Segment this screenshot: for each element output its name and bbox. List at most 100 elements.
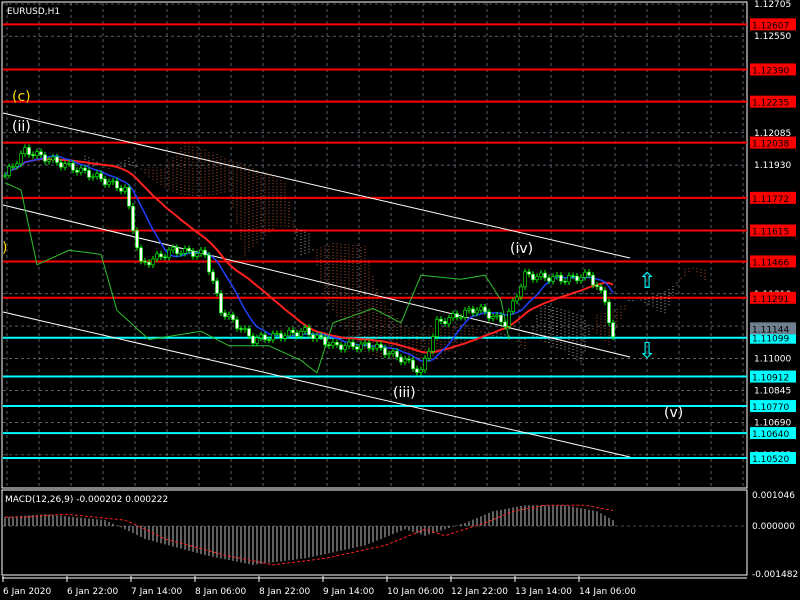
resistance-level-price: 1.12235 (752, 99, 789, 109)
resistance-level-price: 1.11772 (752, 195, 789, 205)
candle (211, 271, 215, 282)
candle (499, 314, 503, 323)
candle (583, 271, 587, 278)
candle (303, 327, 307, 332)
candle (411, 359, 415, 370)
candle (119, 187, 123, 192)
candle (191, 250, 195, 257)
candle (159, 253, 163, 258)
candle (427, 350, 431, 359)
time-axis-label: 7 Jan 14:00 (131, 587, 183, 597)
candle (487, 311, 491, 319)
candle (607, 301, 611, 324)
candle (287, 329, 291, 337)
candle (547, 277, 551, 282)
price-axis-label: 1.11930 (754, 161, 791, 171)
candle (131, 205, 135, 231)
candle (451, 313, 455, 319)
candle (579, 277, 583, 282)
candle (83, 167, 87, 171)
candle (51, 156, 55, 161)
candle (283, 335, 287, 339)
price-axis-label: 1.10845 (754, 386, 791, 396)
candle (79, 167, 83, 173)
candle (23, 147, 27, 154)
candle (291, 329, 295, 334)
candle (223, 312, 227, 317)
time-axis-label: 10 Jan 06:00 (387, 587, 444, 597)
candle (31, 154, 35, 157)
candle (63, 163, 67, 168)
price-pane-frame (1, 1, 748, 489)
candle (491, 316, 495, 319)
price-axis-label: 1.12550 (754, 32, 791, 42)
candle (507, 311, 511, 327)
candle (463, 309, 467, 318)
candle (599, 286, 603, 291)
candle (183, 248, 187, 254)
candle (227, 314, 231, 317)
candle (571, 275, 575, 277)
candle (55, 156, 59, 163)
candle (591, 274, 595, 286)
candle (343, 345, 347, 350)
candle (367, 342, 371, 349)
candle (495, 314, 499, 317)
candle (215, 280, 219, 294)
chart-window[interactable]: 1.127051.125501.120851.119301.113101.111… (0, 0, 800, 600)
candle (91, 176, 95, 178)
candle (307, 327, 311, 336)
candle (391, 350, 395, 354)
candle (147, 261, 151, 266)
candle (403, 358, 407, 363)
candle (539, 272, 543, 278)
support-level-price: 1.10640 (752, 430, 789, 440)
price-axis-label: 1.11000 (754, 354, 791, 364)
time-axis-label: 6 Jan 22:00 (67, 587, 119, 597)
candle (443, 320, 447, 325)
macd-pane-frame (1, 489, 748, 576)
up-arrow-icon: ⇧ (638, 269, 656, 294)
macd-axis-label: 0.001046 (752, 491, 795, 501)
candle (331, 342, 335, 346)
candle (115, 180, 119, 189)
candle (611, 322, 615, 338)
price-chart[interactable]: 1.127051.125501.120851.119301.113101.111… (0, 0, 800, 600)
time-axis-label: 9 Jan 14:00 (323, 587, 375, 597)
candle (199, 249, 203, 254)
candle (379, 344, 383, 349)
resistance-level-price: 1.11615 (752, 227, 789, 237)
candle (15, 163, 19, 167)
candle (155, 253, 159, 260)
candle (107, 181, 111, 185)
candle (575, 275, 579, 282)
candle (231, 314, 235, 320)
candle (399, 356, 403, 363)
candle (315, 334, 319, 339)
candle (255, 337, 259, 344)
candle (247, 328, 251, 337)
candle (435, 318, 439, 337)
candle (19, 153, 23, 165)
resistance-level-price: 1.11291 (752, 295, 789, 305)
price-axis-label: 1.12705 (754, 0, 791, 10)
candle (415, 368, 419, 373)
candle (43, 154, 47, 162)
candle (439, 318, 443, 322)
candle (151, 258, 155, 266)
candle (59, 162, 63, 168)
candle (299, 331, 303, 337)
support-level-price: 1.10520 (752, 455, 789, 465)
candle (447, 317, 451, 325)
candle (603, 290, 607, 303)
candle (339, 344, 343, 350)
candle (7, 166, 11, 176)
candle (235, 319, 239, 329)
candle (111, 180, 115, 183)
candle (483, 306, 487, 313)
candle (515, 296, 519, 302)
candle (511, 300, 515, 312)
candle (519, 286, 523, 298)
candle (135, 230, 139, 248)
resistance-level-price: 1.12390 (752, 66, 789, 76)
